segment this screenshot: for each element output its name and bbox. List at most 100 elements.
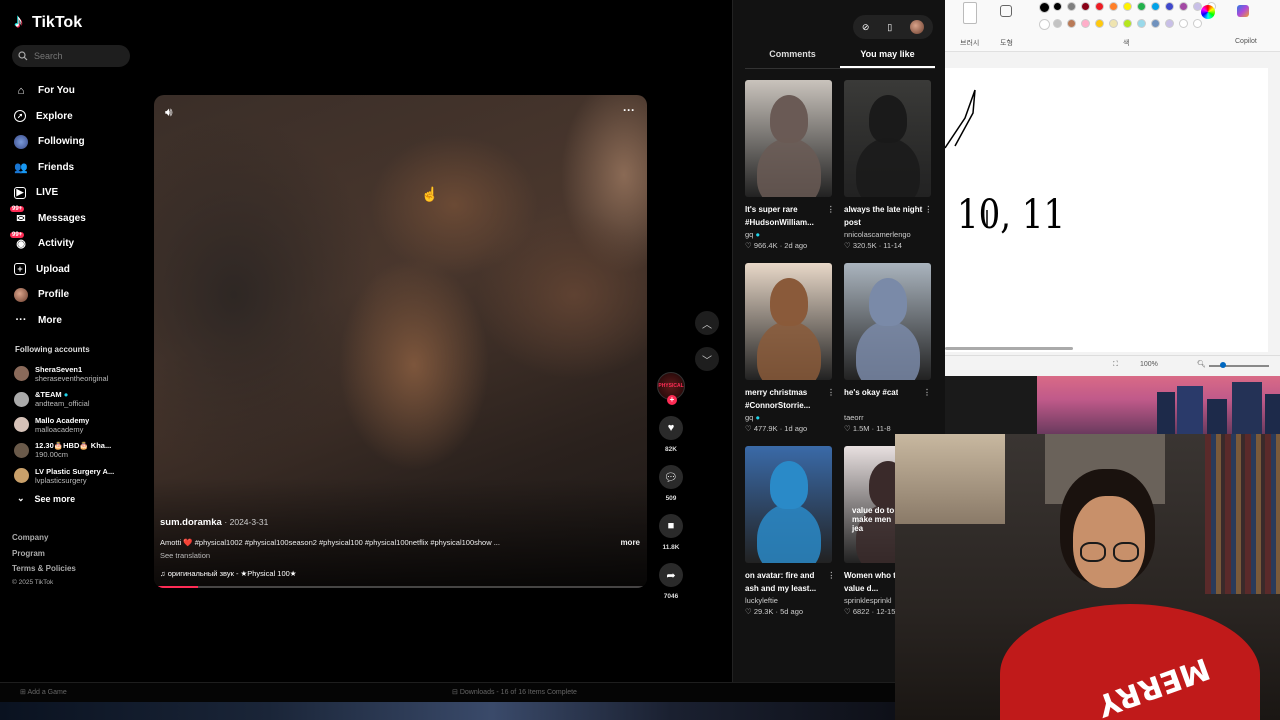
heart-icon[interactable]: ♥ xyxy=(659,416,683,440)
account-item[interactable]: LV Plastic Surgery A... lvplasticsurgery xyxy=(14,463,142,489)
recommendation-card[interactable]: on avatar: fire and ash and my least... ⋮… xyxy=(745,446,832,618)
account-item[interactable]: SheraSeven1 sheraseventheoriginal xyxy=(14,361,142,387)
save-action[interactable]: ■ 11.8K xyxy=(656,514,686,551)
account-item[interactable]: 12.30🎂HBD🎂 Kha... 190.00cm xyxy=(14,438,142,464)
comment-action[interactable]: 💬︎ 509 xyxy=(656,465,686,502)
nav-friends[interactable]: 👥 Friends xyxy=(14,155,139,181)
more-options-icon[interactable]: ··· xyxy=(623,103,635,117)
color-swatch[interactable] xyxy=(1081,19,1090,28)
color-swatch[interactable] xyxy=(1053,19,1062,28)
nav-live[interactable]: ▶ LIVE xyxy=(14,180,139,206)
pip-icon[interactable]: ⊘ xyxy=(862,22,870,33)
color-swatch[interactable] xyxy=(1095,19,1104,28)
card-author[interactable]: taeorr xyxy=(844,413,864,422)
search-input[interactable] xyxy=(34,51,114,61)
account-item[interactable]: Mallo Academy malloacademy xyxy=(14,412,142,438)
nav-more[interactable]: ··· More xyxy=(14,308,139,334)
zoom-level[interactable]: 100% xyxy=(1140,361,1158,368)
color-swatch[interactable] xyxy=(1165,2,1174,11)
card-thumbnail[interactable] xyxy=(844,263,931,380)
zoom-slider-thumb[interactable] xyxy=(1220,362,1226,368)
color-picker-icon[interactable] xyxy=(1201,5,1215,19)
add-game-button[interactable]: ⊞ Add a Game xyxy=(20,688,67,696)
bookmark-icon[interactable]: ■ xyxy=(659,514,683,538)
color-swatch[interactable] xyxy=(1109,2,1118,11)
recommendation-card[interactable]: always the late night post⋮ nnicolascame… xyxy=(844,80,931,252)
color-swatch[interactable] xyxy=(1039,2,1050,13)
color-swatch[interactable] xyxy=(1123,2,1132,11)
video-sound[interactable]: ♫ оригинальный звук - ★Physical 100★ xyxy=(160,569,640,578)
recommendation-card[interactable]: It's super rare #HudsonWilliam...⋮ gq ● … xyxy=(745,80,832,252)
color-swatch[interactable] xyxy=(1053,2,1062,11)
color-swatch[interactable] xyxy=(1067,2,1076,11)
next-video-button[interactable]: ﹀ xyxy=(695,347,719,371)
nav-profile[interactable]: Profile xyxy=(14,282,139,308)
volume-icon[interactable]: 🔊︎ xyxy=(165,105,173,120)
color-swatch[interactable] xyxy=(1179,19,1188,28)
video-player[interactable]: 🔊︎ ··· sum.doramka · 2024-3-31 Amotti ❤️… xyxy=(154,95,647,588)
card-thumbnail[interactable] xyxy=(745,446,832,563)
card-author[interactable]: gq xyxy=(745,413,753,422)
downloads-status[interactable]: ⊟ Downloads - 16 of 16 Items Complete xyxy=(452,688,577,696)
nav-messages[interactable]: ✉ 99+ Messages xyxy=(10,206,139,232)
card-more-icon[interactable]: ⋮ xyxy=(924,203,931,229)
card-more-icon[interactable]: ⋮ xyxy=(923,386,931,412)
video-author[interactable]: sum.doramka xyxy=(160,517,222,528)
previous-video-button[interactable]: ︿ xyxy=(695,311,719,335)
share-action[interactable]: ➦ 7046 xyxy=(656,563,686,600)
shapes-icon[interactable] xyxy=(1000,5,1012,17)
card-more-icon[interactable]: ⋮ xyxy=(827,569,832,595)
color-swatch[interactable] xyxy=(1039,19,1050,30)
nav-for-you[interactable]: ⌂ For You xyxy=(14,78,139,104)
color-swatch[interactable] xyxy=(1123,19,1132,28)
follow-plus-icon[interactable]: + xyxy=(667,395,677,405)
creator-avatar[interactable]: PHYSICAL + xyxy=(657,372,685,405)
color-swatch[interactable] xyxy=(1095,2,1104,11)
nav-explore[interactable]: ➚ Explore xyxy=(14,104,139,130)
color-swatch[interactable] xyxy=(1067,19,1076,28)
color-swatch[interactable] xyxy=(1193,19,1202,28)
tab-comments[interactable]: Comments xyxy=(745,44,840,68)
footer-terms-link[interactable]: Terms & Policies xyxy=(12,561,76,577)
card-author[interactable]: luckyleftie xyxy=(745,596,778,605)
horizontal-scrollbar[interactable] xyxy=(945,347,1073,350)
card-thumbnail[interactable] xyxy=(844,80,931,197)
copilot-icon[interactable] xyxy=(1237,5,1249,17)
color-swatch[interactable] xyxy=(1179,2,1188,11)
paint-canvas[interactable]: 10, 11 xyxy=(944,68,1268,352)
like-action[interactable]: ♥ 82K xyxy=(656,416,686,453)
card-author[interactable]: gq xyxy=(745,230,753,239)
footer-program-link[interactable]: Program xyxy=(12,546,76,562)
recommendation-card[interactable]: he's okay #cat ⋮ taeorr ♡ 1.5M · 11-8 xyxy=(844,263,931,435)
video-progress-bar[interactable] xyxy=(154,586,647,588)
nav-activity[interactable]: ◉ 99+ Activity xyxy=(10,231,139,257)
more-link[interactable]: more xyxy=(620,538,640,547)
share-icon[interactable]: ➦ xyxy=(659,563,683,587)
card-thumbnail[interactable] xyxy=(745,263,832,380)
nav-upload[interactable]: + Upload xyxy=(14,257,139,283)
card-more-icon[interactable]: ⋮ xyxy=(827,386,832,412)
color-swatch[interactable] xyxy=(1137,2,1146,11)
card-author[interactable]: sprinklesprinkl xyxy=(844,596,892,605)
card-more-icon[interactable]: ⋮ xyxy=(827,203,832,229)
card-author[interactable]: nnicolascamerlengo xyxy=(844,230,911,239)
color-swatch[interactable] xyxy=(1137,19,1146,28)
recommendation-card[interactable]: merry christmas #ConnorStorrie...⋮ gq ● … xyxy=(745,263,832,435)
color-swatch[interactable] xyxy=(1165,19,1174,28)
footer-company-link[interactable]: Company xyxy=(12,530,76,546)
color-swatch[interactable] xyxy=(1151,19,1160,28)
fit-icon[interactable]: ⛶ xyxy=(1113,361,1118,369)
device-icon[interactable]: ▯ xyxy=(887,22,892,33)
color-swatch[interactable] xyxy=(1109,19,1118,28)
search-bar[interactable] xyxy=(12,45,130,67)
brush-icon[interactable] xyxy=(963,2,977,24)
user-avatar[interactable] xyxy=(910,20,925,34)
see-more-button[interactable]: ⌄ See more xyxy=(17,493,75,504)
account-item[interactable]: &TEAM ● andteam_official xyxy=(14,387,142,413)
tab-you-may-like[interactable]: You may like xyxy=(840,44,935,68)
tiktok-logo[interactable]: TikTok xyxy=(14,11,82,32)
see-translation-link[interactable]: See translation xyxy=(160,551,640,560)
comment-icon[interactable]: 💬︎ xyxy=(659,465,683,489)
color-swatch[interactable] xyxy=(1081,2,1090,11)
color-swatch[interactable] xyxy=(1151,2,1160,11)
